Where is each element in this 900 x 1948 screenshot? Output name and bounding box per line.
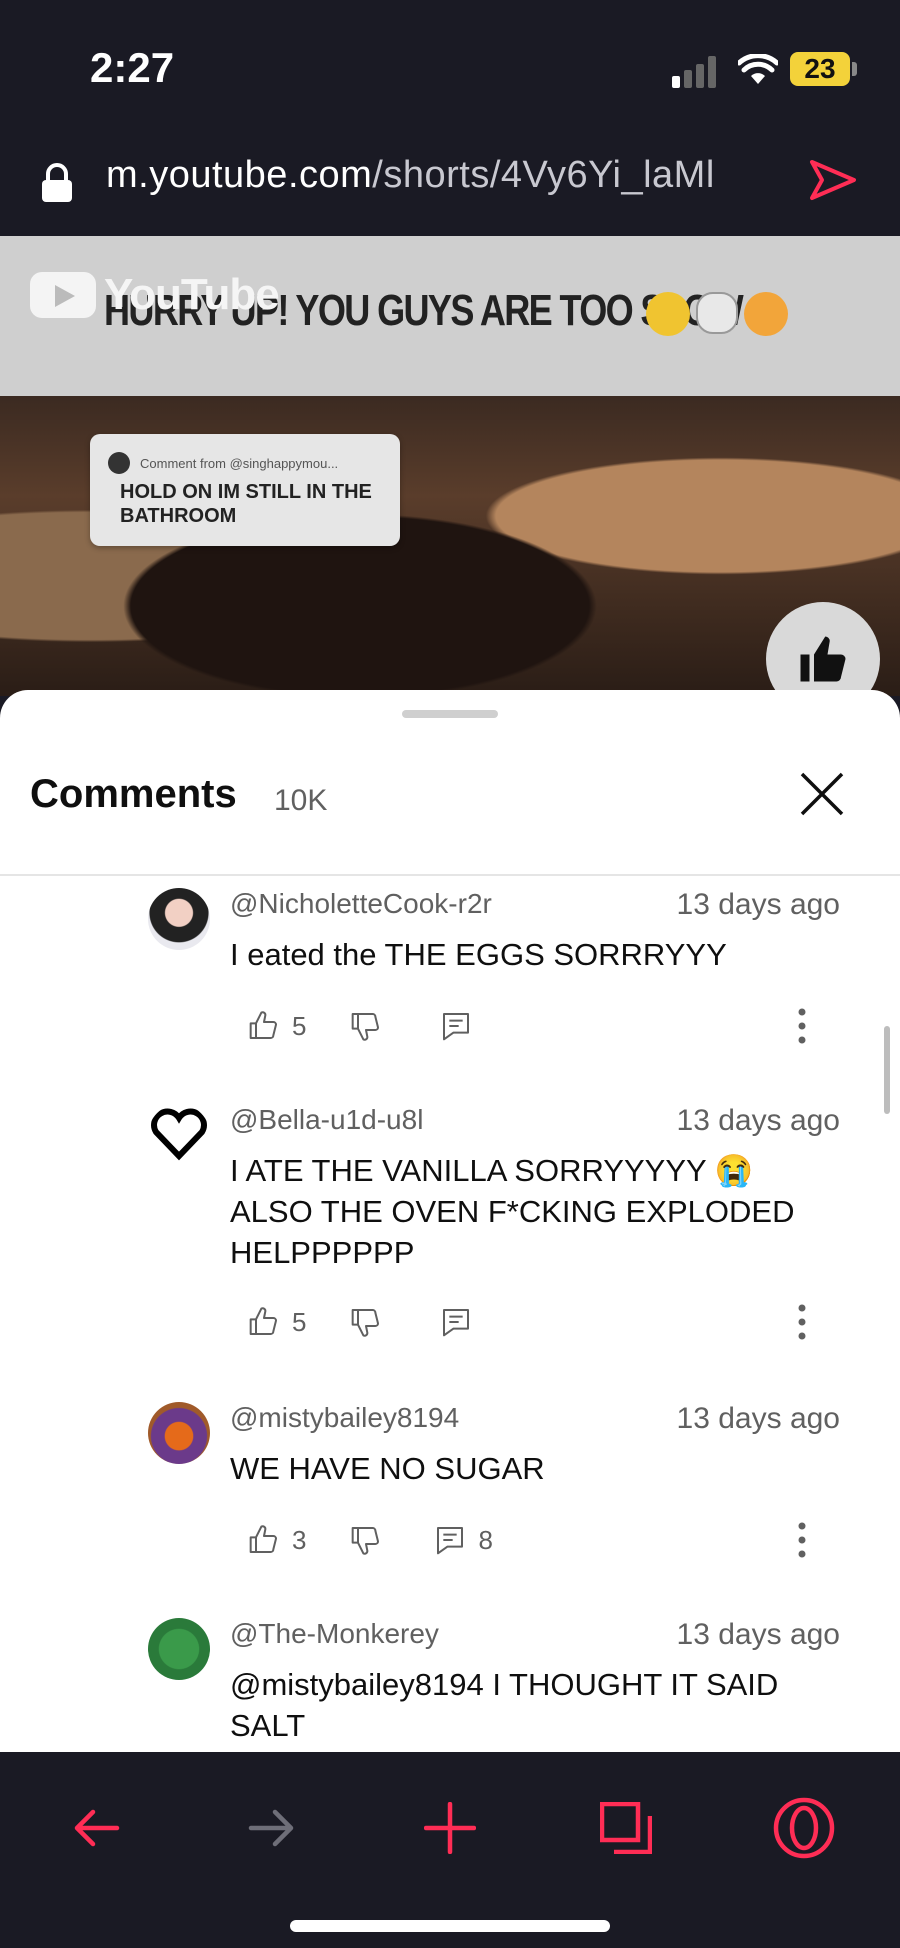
plus-icon xyxy=(424,1802,476,1854)
like-count: 5 xyxy=(292,1306,307,1337)
like-button[interactable]: 5 xyxy=(248,1306,306,1338)
close-icon[interactable] xyxy=(796,768,848,820)
banner-emojis xyxy=(646,292,788,336)
avatar[interactable] xyxy=(148,1104,210,1166)
more-vert-icon[interactable] xyxy=(796,1006,808,1046)
comment-author[interactable]: @NicholetteCook-r2r xyxy=(230,888,492,920)
battery-nub xyxy=(852,62,857,76)
address-bar[interactable]: m.youtube.com/shorts/4Vy6Yi_laMl xyxy=(0,140,900,236)
comment-text: WE HAVE NO SUGAR xyxy=(230,1451,545,1486)
battery-indicator: 23 xyxy=(790,52,850,86)
drag-handle[interactable] xyxy=(402,710,498,718)
youtube-wordmark: YouTube xyxy=(104,270,280,319)
comment-author[interactable]: @Bella-u1d-u8l xyxy=(230,1104,423,1136)
youtube-logo: YouTube xyxy=(30,270,280,320)
comment-text: I eated the THE EGGS SORRRYYY xyxy=(230,937,727,972)
comment-author[interactable]: @The-Monkerey xyxy=(230,1618,439,1650)
thumbs-down-icon xyxy=(352,1013,380,1041)
reply-count: 8 xyxy=(478,1524,493,1555)
browser-bottom-bar xyxy=(0,1752,900,1948)
comment-author[interactable]: @mistybailey8194 xyxy=(230,1402,459,1434)
comment-age: 13 days ago xyxy=(676,1618,840,1651)
like-button[interactable]: 3 xyxy=(248,1524,306,1556)
comments-sheet: Comments 10K @NicholetteCook-r2r 13 days… xyxy=(0,690,900,1752)
zany-face-emoji-icon xyxy=(744,292,788,336)
avatar[interactable] xyxy=(148,888,210,950)
scrollbar-thumb[interactable] xyxy=(884,1026,890,1114)
thumbs-down-icon xyxy=(352,1309,380,1337)
header-divider xyxy=(0,874,900,876)
heart-avatar-icon xyxy=(151,1108,207,1161)
status-bar: 2:27 23 xyxy=(0,0,900,140)
url-path: /shorts/4Vy6Yi_laMl xyxy=(372,154,715,196)
opera-icon xyxy=(773,1797,835,1859)
reply-icon xyxy=(443,1309,470,1337)
wifi-icon xyxy=(738,54,778,84)
tabs-button[interactable] xyxy=(586,1788,666,1868)
sticker-avatar xyxy=(108,452,130,474)
reply-button[interactable] xyxy=(440,1306,472,1338)
like-count: 5 xyxy=(292,1010,307,1041)
comments-title: Comments xyxy=(30,772,237,816)
home-indicator xyxy=(290,1920,610,1932)
comment-actions: 5 xyxy=(248,1006,472,1046)
signal-icon xyxy=(672,56,716,88)
reply-comment-sticker: Comment from @singhappymou... HOLD ON IM… xyxy=(90,434,400,546)
comment-actions: 3 8 xyxy=(248,1520,493,1560)
dislike-button[interactable] xyxy=(350,1524,382,1556)
thumbs-up-filled-icon xyxy=(800,636,846,682)
comment-age: 13 days ago xyxy=(676,1104,840,1137)
url-text[interactable]: m.youtube.com/shorts/4Vy6Yi_laMl xyxy=(106,154,715,197)
tabs-icon xyxy=(600,1802,652,1854)
send-icon[interactable] xyxy=(808,158,858,202)
thumbs-up-icon xyxy=(249,1011,277,1039)
thumbs-up-icon xyxy=(249,1307,277,1335)
reply-icon xyxy=(437,1527,464,1555)
forward-arrow-icon xyxy=(248,1809,294,1847)
opera-menu-button[interactable] xyxy=(764,1788,844,1868)
like-button[interactable]: 5 xyxy=(248,1010,306,1042)
thumbs-up-icon xyxy=(249,1525,277,1553)
back-arrow-icon xyxy=(74,1809,120,1847)
reply-button[interactable] xyxy=(440,1010,472,1042)
dislike-button[interactable] xyxy=(350,1010,382,1042)
reply-icon xyxy=(443,1013,470,1041)
comments-count: 10K xyxy=(274,784,328,817)
status-time: 2:27 xyxy=(90,44,175,91)
comment-actions: 5 xyxy=(248,1302,472,1342)
lock-icon xyxy=(42,163,72,202)
comment-text: I ATE THE VANILLA SORRYYYYY 😭 ALSO THE O… xyxy=(230,1153,795,1270)
url-host: m.youtube.com xyxy=(106,154,373,196)
dislike-button[interactable] xyxy=(350,1306,382,1338)
new-tab-button[interactable] xyxy=(410,1788,490,1868)
forward-button[interactable] xyxy=(232,1788,312,1868)
comment-text: @mistybailey8194 I THOUGHT IT SAID SALT xyxy=(230,1667,779,1743)
youtube-play-icon xyxy=(30,272,96,318)
avatar[interactable] xyxy=(148,1618,210,1680)
more-vert-icon[interactable] xyxy=(796,1302,808,1342)
comment-age: 13 days ago xyxy=(676,888,840,921)
sticker-from: Comment from @singhappymou... xyxy=(140,455,339,471)
short-video[interactable]: HURRY UP! YOU GUYS ARE TOO SLOW YouTube … xyxy=(0,236,900,696)
comment-age: 13 days ago xyxy=(676,1402,840,1435)
like-count: 3 xyxy=(292,1524,307,1555)
pointing-hand-emoji-icon xyxy=(696,292,738,334)
avatar[interactable] xyxy=(148,1402,210,1464)
reply-button[interactable]: 8 xyxy=(434,1524,493,1556)
sticker-header: Comment from @singhappymou... xyxy=(108,452,338,474)
more-vert-icon[interactable] xyxy=(796,1520,808,1560)
relieved-emoji-icon xyxy=(646,292,690,336)
back-button[interactable] xyxy=(56,1788,136,1868)
thumbs-down-icon xyxy=(352,1527,380,1555)
sticker-text: HOLD ON IM STILL IN THE BATHROOM xyxy=(120,481,372,527)
